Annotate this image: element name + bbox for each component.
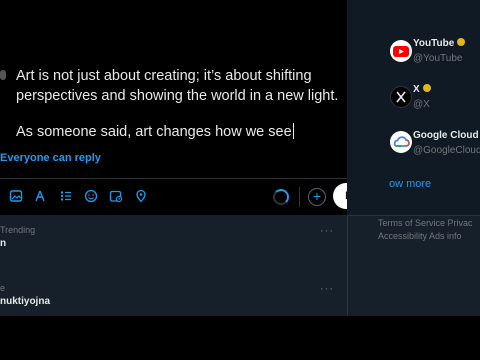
account-name-youtube[interactable]: YouTube [413,38,466,49]
sidebar-divider [347,215,480,216]
composer-paragraph-2: As someone said, art changes how we see [16,122,376,142]
footer-links-row-2[interactable]: Accessibility Ads info [378,231,462,241]
composer-toolbar [0,183,390,211]
composer-paragraph-2-text: As someone said, art changes how we see [16,124,292,140]
grok-icon[interactable] [32,189,48,205]
trend-category: Trending [0,225,36,235]
main-feed: Art is not just about creating; it’s abo… [0,0,390,316]
post-composer: Art is not just about creating; it’s abo… [0,0,390,215]
account-handle-google-cloud: @GoogleCloud [413,145,480,156]
x-logo-icon[interactable] [390,86,412,108]
verified-badge-icon [457,38,466,46]
emoji-icon[interactable] [83,189,99,205]
text-caret [292,123,294,139]
account-handle-youtube: @YouTube [413,53,463,64]
trend-title[interactable]: n [0,238,6,249]
schedule-icon[interactable] [108,189,124,205]
account-name-youtube-text: YouTube [413,38,455,49]
verified-badge-icon [422,84,431,92]
screen: Art is not just about creating; it’s abo… [0,0,480,360]
add-post-icon[interactable]: + [308,188,326,206]
footer-links-row-1[interactable]: Terms of Service Privac [378,218,473,228]
composer-paragraph-1: Art is not just about creating; it’s abo… [16,68,339,104]
sidebar-border [347,215,348,316]
more-options-icon[interactable]: ··· [320,225,334,237]
account-handle-x: @X [413,99,430,110]
toolbar-separator [299,187,300,207]
composer-divider [0,178,375,179]
who-to-follow-card: YouTube @YouTube X @X Google Cloud @Goog… [347,0,480,215]
composer-textarea[interactable]: Art is not just about creating; it’s abo… [16,66,376,158]
account-name-google-cloud[interactable]: Google Cloud [413,130,479,141]
reply-setting-button[interactable]: Everyone can reply [0,152,101,164]
account-name-x[interactable]: X [413,84,431,95]
trend-title-2[interactable]: nuktiyojna [0,296,50,307]
poll-icon[interactable] [58,189,74,205]
youtube-logo-icon[interactable] [390,40,412,62]
image-icon[interactable] [8,189,24,205]
google-cloud-logo-icon[interactable] [390,131,412,153]
right-sidebar: YouTube @YouTube X @X Google Cloud @Goog… [347,0,480,316]
character-counter-ring [273,189,289,205]
show-more-link[interactable]: ow more [389,178,431,190]
location-icon[interactable] [133,189,149,205]
user-avatar[interactable] [0,70,6,80]
more-options-icon-2[interactable]: ··· [320,283,334,295]
trend-category-2: e [0,283,6,293]
account-name-x-text: X [413,84,420,95]
